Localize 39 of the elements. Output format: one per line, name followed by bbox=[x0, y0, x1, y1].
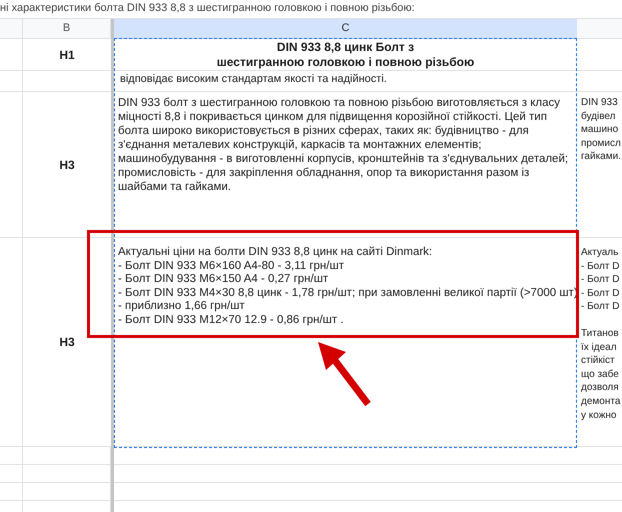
cell-text-line: Актуальні ціни на болти DIN 933 8,8 цинк на сайті Dinmark: bbox=[118, 246, 434, 260]
description-paragraph: DIN 933 болт з шестигранною головкою та повною різьбою виготовляється з класу міцності 8,8 і покривається цинком для підвищення корозійної стійкості. Цей тип болта широко використовується в різних сферах, таких як: будівництво - для з'єднання металевих конструкцій, каркасів та монтажних елементів; машинобудування - в виготовленні корпусів, кронштейнів та з'єднувальних деталей; промисловість - для закріплення обладнання, опор та використання разом із шайбами та гайками. bbox=[118, 96, 570, 194]
row-header[interactable] bbox=[0, 447, 23, 465]
cell-text-line: DIN 933 8,8 цинк Болт з bbox=[276, 40, 416, 55]
cell-text-line: машино bbox=[581, 123, 618, 137]
caption-text: ні характеристики болта DIN 933 8,8 з шестигранною головкою і повною різьбою: bbox=[0, 2, 415, 14]
cell-text-line: Титанов bbox=[581, 326, 619, 341]
cell-text-line: - Болт D bbox=[581, 260, 620, 274]
row-header[interactable] bbox=[0, 483, 23, 501]
cell-text-line: їх ідеал bbox=[581, 340, 617, 354]
row-header[interactable] bbox=[0, 465, 23, 483]
cell-text-line: дозволя bbox=[581, 381, 619, 395]
cell-text-line: гайками. bbox=[581, 150, 621, 164]
row-header[interactable] bbox=[0, 39, 23, 71]
cell-text-line: Актуаль bbox=[581, 246, 618, 260]
cell-text-line: відповідає високим стандартам якості та надійності. bbox=[120, 72, 388, 86]
cell-text-line: - приблизно 1,66 грн/шт bbox=[118, 300, 246, 314]
cell-text-line: DIN 933 bbox=[581, 96, 618, 110]
cell-text-line: стійкіст bbox=[581, 354, 615, 368]
row-header[interactable] bbox=[0, 92, 23, 238]
column-header[interactable]: C bbox=[342, 20, 350, 37]
row-header[interactable] bbox=[0, 238, 23, 447]
row-header[interactable] bbox=[0, 71, 23, 92]
cell-text-line: - Болт D bbox=[581, 286, 620, 300]
cell-text: H1 bbox=[59, 46, 75, 64]
cell-text-line: демонта bbox=[581, 394, 620, 409]
cell-text-line: промисл bbox=[581, 136, 621, 150]
cell-text: H3 bbox=[59, 334, 75, 351]
cell-text-line: будівел bbox=[581, 110, 616, 124]
cell-text-line: - Болт D bbox=[581, 300, 620, 314]
cell-text: H3 bbox=[59, 156, 75, 174]
cell-text-line: що забе bbox=[581, 368, 619, 382]
cell-text-line: - Болт DIN 933 M6×160 A4-80 - 3,11 грн/шт bbox=[118, 260, 345, 274]
cell-text-line: - Болт D bbox=[581, 273, 620, 287]
column-header[interactable]: B bbox=[62, 20, 70, 37]
cell-text-line: - Болт DIN 933 M12×70 12.9 - 0,86 грн/шт . bbox=[118, 314, 345, 328]
cell-text-line: шестигранною головкою і повною різьбою bbox=[216, 55, 476, 70]
cell-text-line: - Болт DIN 933 M6×150 A4 - 0,27 грн/шт bbox=[118, 273, 330, 287]
cell-text-line: у кожно bbox=[581, 408, 616, 422]
